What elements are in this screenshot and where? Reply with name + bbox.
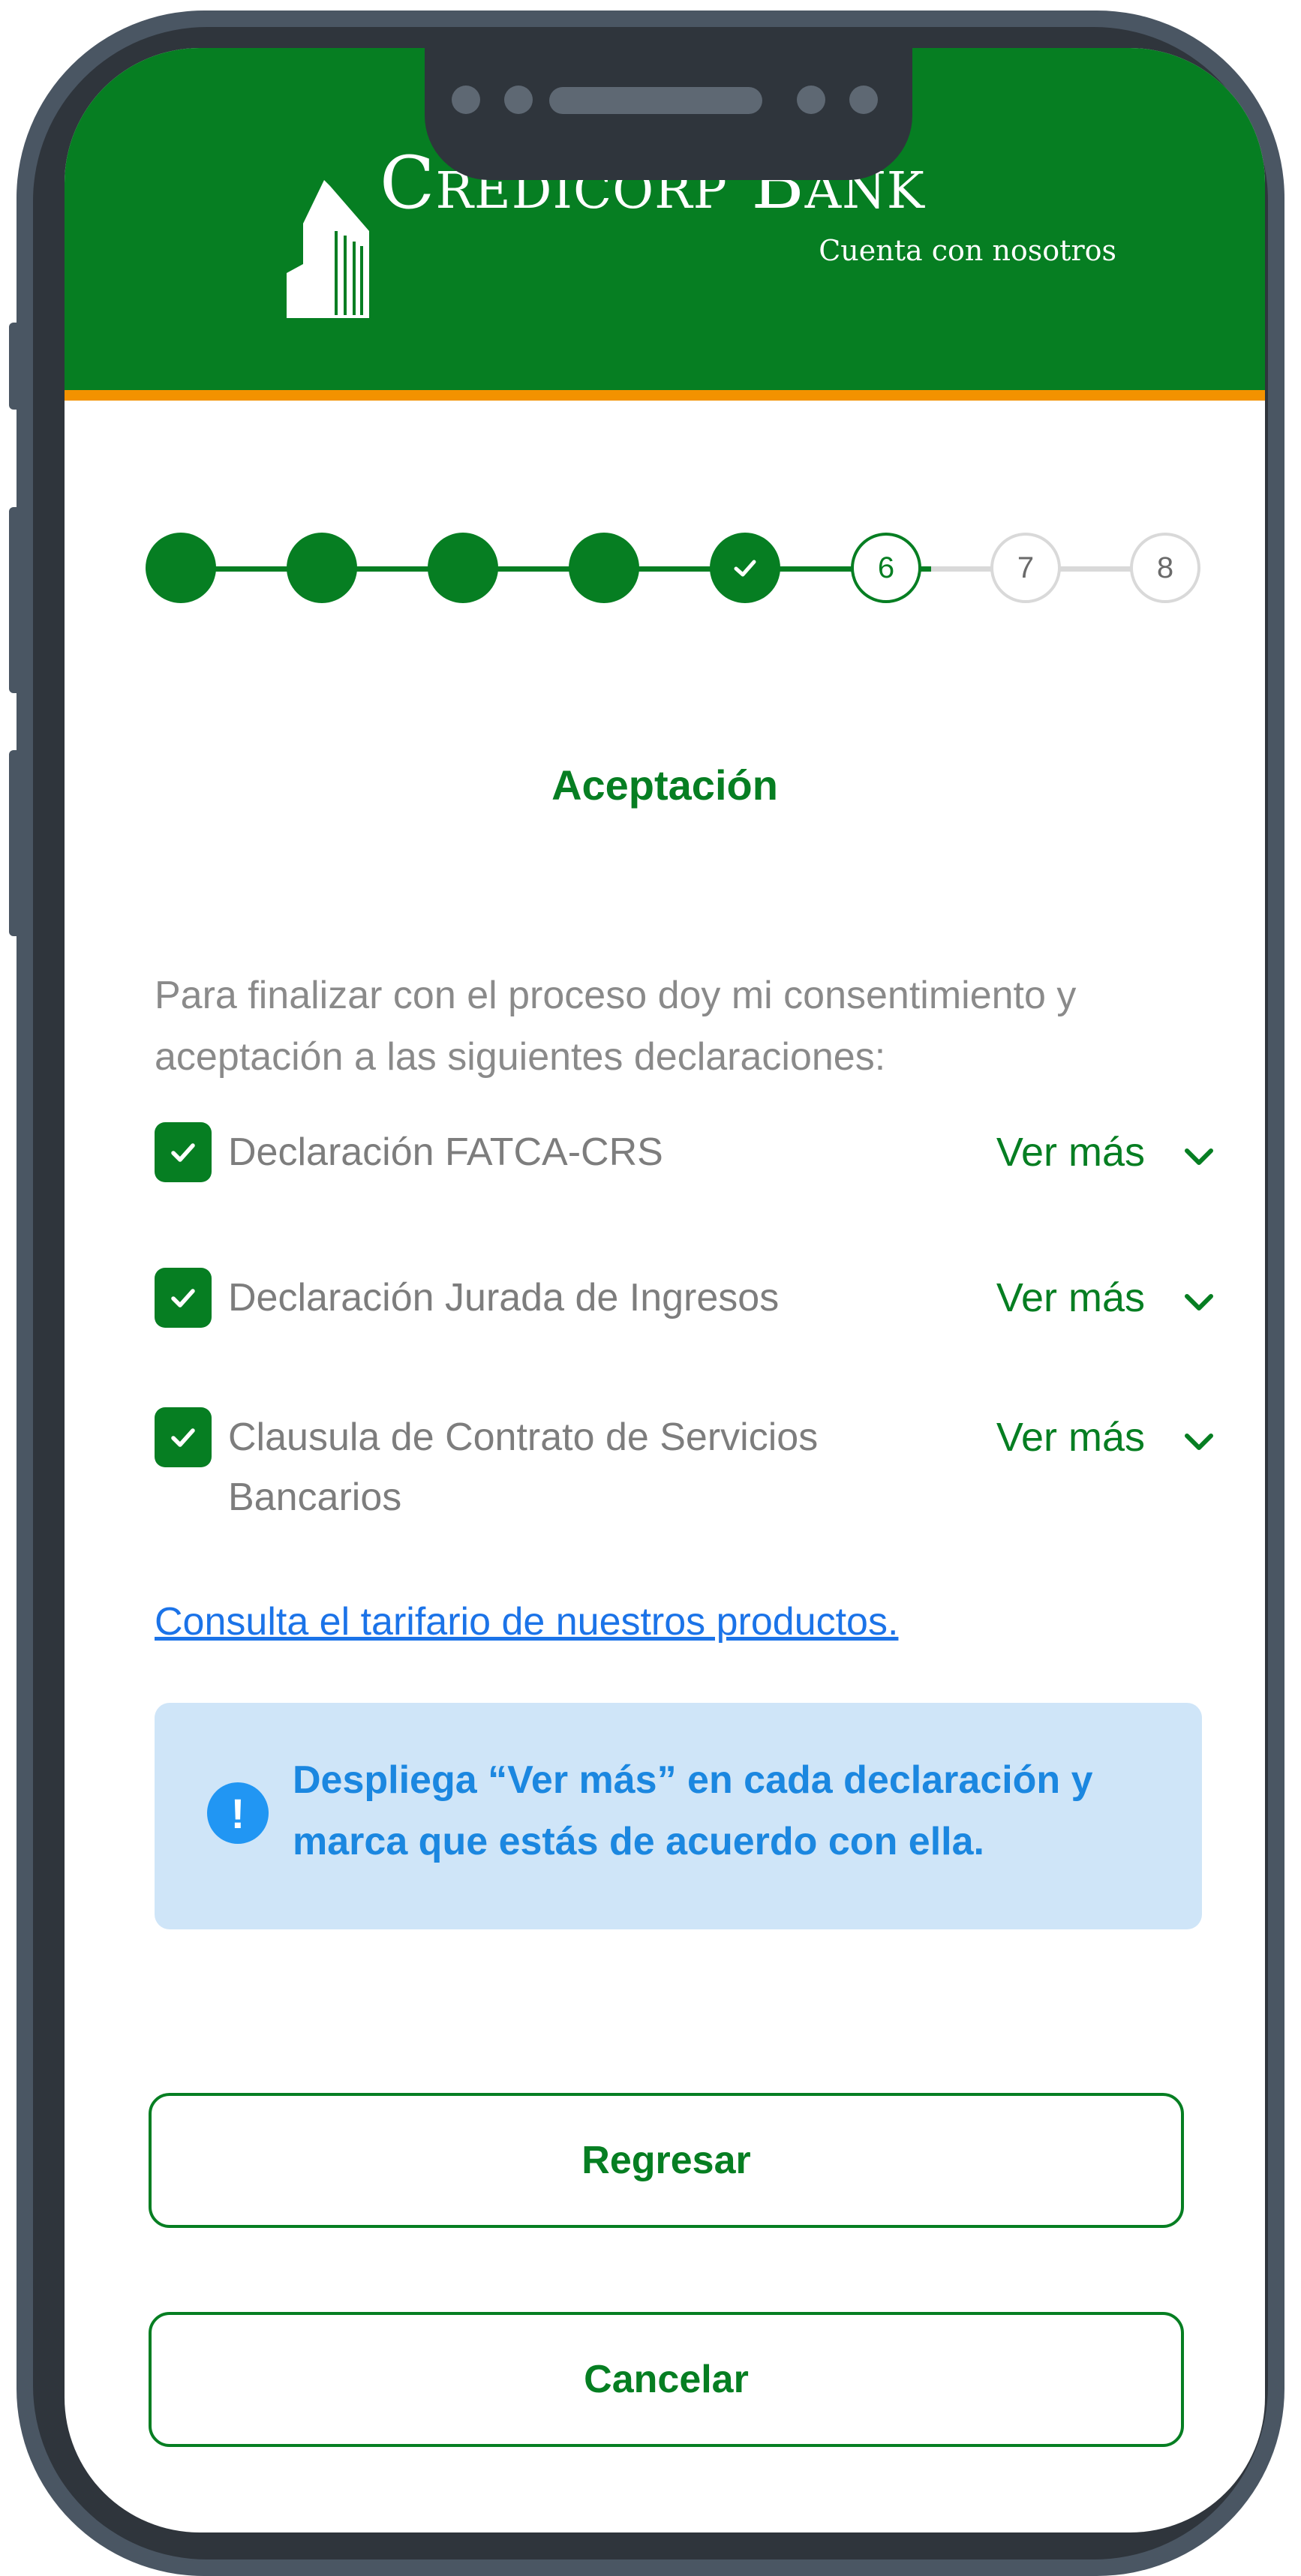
declaration-checkbox[interactable] — [155, 1268, 212, 1328]
ver-mas-link[interactable]: Ver más — [996, 1268, 1145, 1328]
declaration-item: Declaración FATCA-CRS Ver más — [155, 1122, 1220, 1257]
app-header: Credicorp Bank Cuenta con nosotros — [65, 48, 1265, 401]
phone-mute-switch — [9, 323, 23, 410]
ver-mas-link[interactable]: Ver más — [996, 1407, 1145, 1467]
step-8: 8 — [1130, 533, 1200, 603]
building-icon — [287, 180, 369, 318]
chevron-down-icon[interactable] — [1178, 1281, 1220, 1323]
page-title: Aceptación — [551, 761, 778, 809]
declaration-item: Clausula de Contrato de Servicios Bancar… — [155, 1407, 1220, 1542]
declaration-label: Clausula de Contrato de Servicios Bancar… — [228, 1416, 819, 1519]
step-1 — [146, 533, 216, 603]
check-icon — [734, 560, 756, 577]
earpiece-speaker — [549, 87, 762, 114]
declaration-label: Declaración FATCA-CRS — [228, 1130, 663, 1174]
sensor-dot — [797, 86, 825, 114]
ver-mas-link[interactable]: Ver más — [996, 1122, 1145, 1182]
step-6: 6 — [851, 533, 921, 603]
check-icon — [171, 1143, 195, 1162]
step-7: 7 — [990, 533, 1061, 603]
phone-volume-down — [9, 750, 23, 936]
tarifario-link[interactable]: Consulta el tarifario de nuestros produc… — [155, 1599, 898, 1644]
info-alert-text: Despliega “Ver más” en cada declaración … — [293, 1758, 1093, 1863]
intro-text: Para finalizar con el proceso doy mi con… — [155, 974, 1077, 1079]
back-button[interactable]: Regresar — [149, 2093, 1184, 2228]
declaration-item: Declaración Jurada de Ingresos Ver más — [155, 1268, 1220, 1403]
exclamation-icon: ! — [207, 1782, 269, 1844]
phone-notch — [425, 48, 912, 180]
step-4 — [569, 533, 639, 603]
check-icon — [171, 1428, 195, 1447]
declaration-checkbox[interactable] — [155, 1407, 212, 1467]
step-5 — [710, 533, 780, 603]
cancel-button[interactable]: Cancelar — [149, 2312, 1184, 2447]
sensor-dot — [504, 86, 533, 114]
step-2 — [287, 533, 357, 603]
sensor-dot — [452, 86, 480, 114]
chevron-down-icon[interactable] — [1178, 1136, 1220, 1178]
info-alert: ! Despliega “Ver más” en cada declaració… — [155, 1703, 1202, 1929]
declaration-label: Declaración Jurada de Ingresos — [228, 1276, 780, 1320]
brand-tagline: Cuenta con nosotros — [819, 234, 1116, 267]
step-3 — [428, 533, 498, 603]
phone-volume-up — [9, 507, 23, 693]
chevron-down-icon[interactable] — [1178, 1421, 1220, 1463]
camera-dot — [849, 86, 878, 114]
declaration-checkbox[interactable] — [155, 1122, 212, 1182]
phone-screen: Credicorp Bank Cuenta con nosotros 6 7 8… — [65, 48, 1265, 2532]
check-icon — [171, 1289, 195, 1308]
progress-stepper: 6 7 8 — [146, 528, 1218, 611]
